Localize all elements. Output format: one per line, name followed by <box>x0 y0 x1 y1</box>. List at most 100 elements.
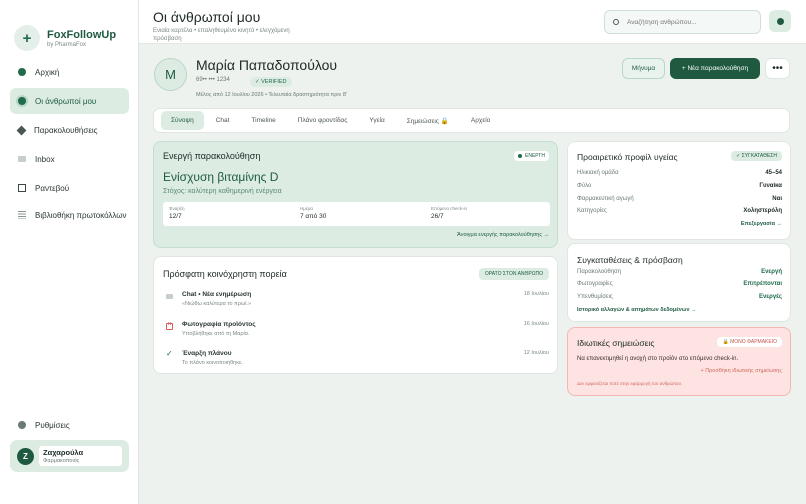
consents-card: Συγκαταθέσεις & πρόσβαση Παρακολούθηση Ε… <box>567 243 791 322</box>
card-title: Ενεργή παρακολούθηση <box>163 151 261 161</box>
open-followup-link[interactable]: Άνοιγμα ενεργής παρακολούθησης → <box>457 232 549 238</box>
sidebar-item-my-people[interactable]: Οι άνθρωποί μου <box>10 88 129 114</box>
check-icon: ✓ <box>166 349 173 358</box>
stat-label: Επόμενο check-in <box>431 206 467 211</box>
list-item[interactable]: ✓ Έναρξη πλάνου Το πλάνο κοινοποιήθηκε. … <box>166 349 549 372</box>
dot-icon <box>776 17 784 25</box>
people-icon <box>18 97 26 105</box>
inbox-icon <box>18 156 26 162</box>
profile-row: Κατηγορίες Χοληστερόλη <box>577 208 782 218</box>
avatar: M <box>154 58 187 91</box>
stat-value: 12/7 <box>169 213 182 220</box>
row-value: 45–54 <box>765 170 782 176</box>
tab-notes[interactable]: Σημειώσεις 🔒 <box>397 111 459 131</box>
add-private-note-button[interactable]: + Προσθήκη ιδιωτικής σημείωσης <box>700 368 782 374</box>
tab-chat[interactable]: Chat <box>206 111 240 130</box>
row-value: Ενεργή <box>761 269 782 275</box>
card-title: Πρόσφατη κοινόχρηστη πορεία <box>163 269 287 279</box>
row-label: Φύλο <box>577 183 592 189</box>
stat-label: Έναρξη <box>169 206 185 211</box>
brand-name: FoxFollowUp <box>47 28 117 41</box>
profile-row: Ηλικιακή ομάδα 45–54 <box>577 170 782 180</box>
sidebar: + FoxFollowUp by PharmaFox Αρχική Οι άνθ… <box>0 0 139 504</box>
tab-summary[interactable]: Σύνοψη <box>161 111 204 130</box>
followup-title: Ενίσχυση βιταμίνης D <box>163 170 279 184</box>
row-label: Φαρμακευτική αγωγή <box>577 196 634 202</box>
row-label: Υπενθυμίσεις <box>577 294 613 300</box>
private-notes-card: Ιδιωτικές σημειώσεις 🔒 ΜΟΝΟ ΦΑΡΜΑΚΕΙΟ Να… <box>567 327 791 396</box>
consent-row: Υπενθυμίσεις Ενεργές <box>577 294 782 304</box>
stat-day: Ημέρα 7 από 30 <box>300 206 326 220</box>
consent-row: Παρακολούθηση Ενεργή <box>577 269 782 279</box>
tab-health[interactable]: Υγεία <box>359 111 394 130</box>
sidebar-item-home[interactable]: Αρχική <box>10 59 129 85</box>
sidebar-settings: Ρυθμίσεις <box>10 412 129 441</box>
page-title: Οι άνθρωποί μου <box>153 9 261 25</box>
brand[interactable]: + FoxFollowUp by PharmaFox <box>0 0 138 60</box>
item-title: Chat • Νέα ενημέρωση <box>182 291 252 298</box>
row-value: Γυναίκα <box>759 183 782 189</box>
item-subtitle: «Νιώθω καλύτερα το πρωί.» <box>182 301 252 307</box>
sidebar-item-label: Ρυθμίσεις <box>35 420 70 430</box>
profile-button[interactable] <box>769 10 791 32</box>
consent-badge: ✓ ΣΥΓΚΑΤΑΘΕΣΗ <box>731 151 782 161</box>
search-box[interactable] <box>604 10 761 34</box>
plus-icon: + <box>14 25 40 51</box>
row-value: Ναι <box>772 196 782 202</box>
search-input[interactable] <box>627 18 747 26</box>
list-item[interactable]: Φωτογραφία προϊόντος Υποβλήθηκε από τη Μ… <box>166 321 549 343</box>
patient-phone: 69•• ••• 1234 <box>196 77 230 83</box>
page-subtitle: Ενιαία καρτέλα • επαληθευμένο κινητό • ε… <box>153 28 290 42</box>
health-profile-card: Προαιρετικό προφίλ υγείας ✓ ΣΥΓΚΑΤΑΘΕΣΗ … <box>567 141 791 240</box>
row-label: Παρακολούθηση <box>577 269 622 275</box>
stat-label: Ημέρα <box>300 206 314 211</box>
more-options-button[interactable]: ••• <box>765 58 790 79</box>
sidebar-item-label: Αρχική <box>35 67 60 77</box>
item-date: 18 Ιουλίου <box>523 291 549 297</box>
row-value: Ενεργές <box>758 294 782 300</box>
member-since: Μέλος από 12 Ιουλίου 2026 • Τελευταία δρ… <box>196 92 347 98</box>
edit-profile-link[interactable]: Επεξεργασία → <box>741 221 782 227</box>
list-item[interactable]: Chat • Νέα ενημέρωση «Νιώθω καλύτερα το … <box>166 291 549 313</box>
item-date: 16 Ιουλίου <box>523 321 549 327</box>
sidebar-item-settings[interactable]: Ρυθμίσεις <box>10 412 129 438</box>
sidebar-item-label: Ραντεβού <box>35 183 70 193</box>
row-label: Κατηγορίες <box>577 208 607 214</box>
consent-row: Φωτογραφίες Επιτρέπονται <box>577 281 782 291</box>
tab-timeline[interactable]: Timeline <box>241 111 285 130</box>
gear-icon <box>18 421 26 429</box>
sidebar-nav: Αρχική Οι άνθρωποί μου Παρακολουθήσεις I… <box>10 59 129 241</box>
verified-badge: ✓ VERIFIED <box>250 77 292 87</box>
tab-care-plan[interactable]: Πλάνο φροντίδας <box>288 111 358 130</box>
card-title: Προαιρετικό προφίλ υγείας <box>577 152 678 162</box>
topbar: Οι άνθρωποί μου Ενιαία καρτέλα • επαληθε… <box>139 0 806 44</box>
card-title: Συγκαταθέσεις & πρόσβαση <box>577 255 683 265</box>
stat-value: 7 από 30 <box>300 213 327 220</box>
chat-icon <box>166 294 173 299</box>
user-card[interactable]: Z Ζαχαρούλα Φαρμακοποιός <box>10 440 129 472</box>
row-value: Επιτρέπονται <box>743 281 782 287</box>
tab-bar: Σύνοψη Chat Timeline Πλάνο φροντίδας Υγε… <box>153 108 790 133</box>
sidebar-item-label: Οι άνθρωποί μου <box>35 96 97 106</box>
active-followup-card: Ενεργή παρακολούθηση ΕΝΕΡΓΗ Ενίσχυση βιτ… <box>153 141 558 248</box>
new-followup-button[interactable]: + Νέα παρακολούθηση <box>670 58 760 79</box>
message-button[interactable]: Μήνυμα <box>622 58 665 79</box>
followup-goal: Στόχος: καλύτερη καθημερινή ενέργεια <box>163 188 282 195</box>
privacy-footnote: Δεν εμφανίζεται ποτέ στην εφαρμογή του α… <box>577 381 683 386</box>
sidebar-item-appointments[interactable]: Ραντεβού <box>10 175 129 201</box>
user-role: Φαρμακοποιός <box>43 458 80 464</box>
recent-activity-card: Πρόσφατη κοινόχρηστη πορεία ΟΡΑΤΟ ΣΤΟΝ Α… <box>153 256 558 374</box>
sidebar-item-inbox[interactable]: Inbox <box>10 146 129 172</box>
brand-subtitle: by PharmaFox <box>47 41 87 48</box>
sidebar-item-followups[interactable]: Παρακολουθήσεις <box>10 117 129 143</box>
tab-archive[interactable]: Αρχείο <box>461 111 500 130</box>
calendar-icon <box>18 184 26 192</box>
history-link[interactable]: Ιστορικό αλλαγών & αιτημάτων δεδομένων → <box>577 307 697 313</box>
diamond-icon <box>16 125 27 135</box>
profile-row: Φύλο Γυναίκα <box>577 183 782 193</box>
row-label: Φωτογραφίες <box>577 281 613 287</box>
stat-value: 26/7 <box>431 213 444 220</box>
sidebar-item-protocol-library[interactable]: Βιβλιοθήκη πρωτοκόλλων <box>10 204 129 238</box>
sidebar-item-label: Παρακολουθήσεις <box>34 125 98 135</box>
avatar: Z <box>17 447 34 465</box>
